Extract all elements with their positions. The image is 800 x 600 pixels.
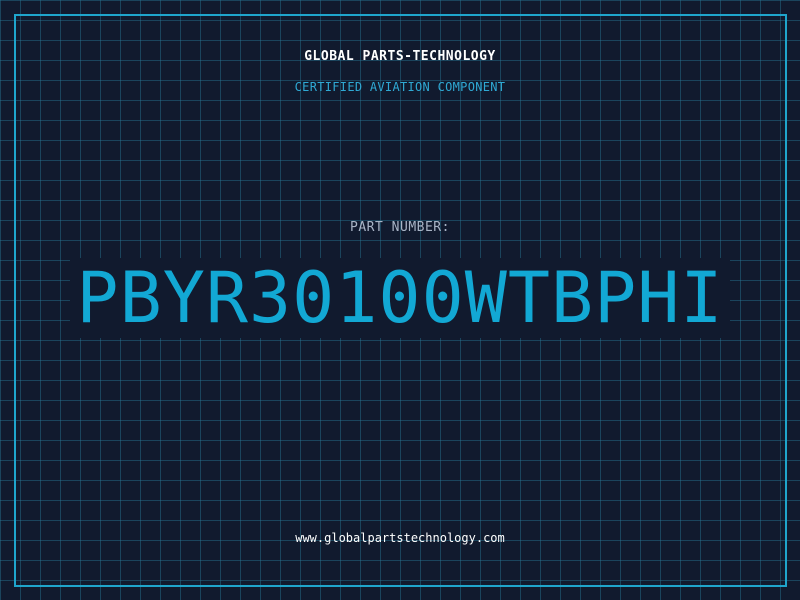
part-number-container: PBYR30100WTBPHI: [0, 258, 800, 338]
company-name: GLOBAL PARTS-TECHNOLOGY: [304, 49, 496, 64]
part-number-label: PART NUMBER:: [350, 220, 450, 235]
website-url: www.globalpartstechnology.com: [295, 531, 505, 545]
part-number-value: PBYR30100WTBPHI: [70, 258, 730, 338]
certification-subtitle: CERTIFIED AVIATION COMPONENT: [294, 80, 506, 94]
